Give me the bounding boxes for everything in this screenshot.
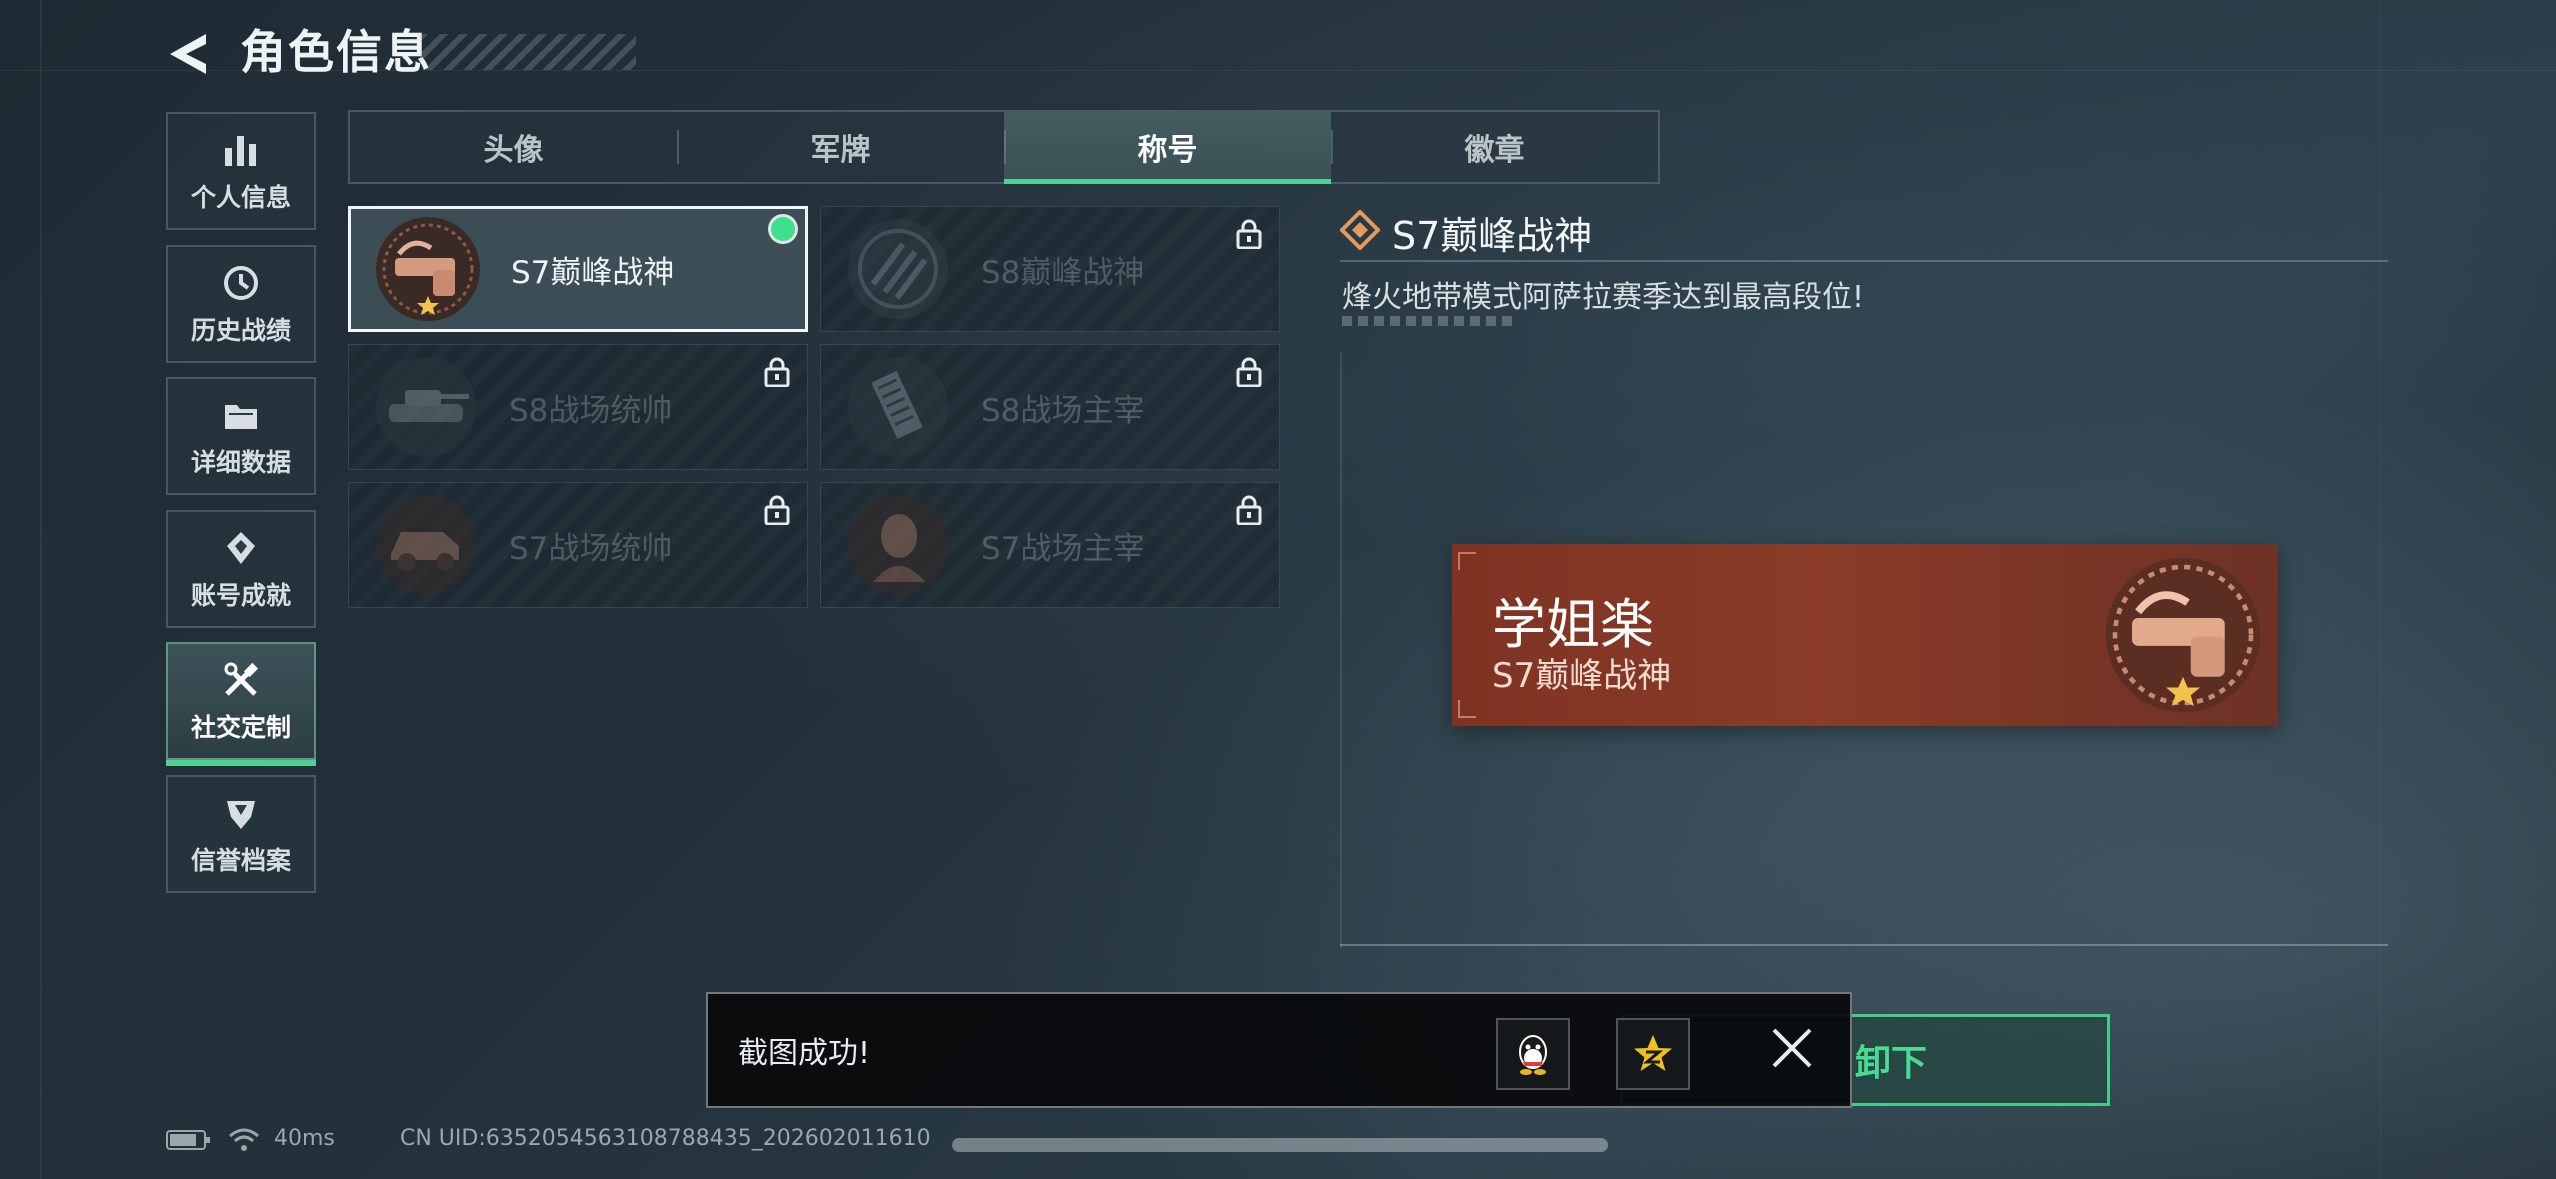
title-card-s8-dominator[interactable]: S8战场主宰	[820, 344, 1280, 470]
title-card-name: S8战场统帅	[509, 392, 673, 429]
share-qq-button[interactable]	[1496, 1018, 1570, 1090]
emblem-building-icon	[843, 352, 953, 462]
emblem-soldier-icon	[843, 490, 953, 600]
tab-dog-tag[interactable]: 军牌	[677, 112, 1004, 182]
title-card-s7-dominator[interactable]: S7战场主宰	[820, 482, 1280, 608]
tab-title[interactable]: 称号	[1004, 112, 1331, 184]
emblem-crossbow-icon	[2098, 550, 2268, 720]
sidebar-item-detailed-data[interactable]: 详细数据	[166, 377, 316, 495]
ping-value: 40ms	[274, 1126, 335, 1151]
emblem-crossbow-icon	[373, 214, 483, 324]
category-tabs: 头像 军牌 称号 徽章	[348, 110, 1660, 184]
lock-icon	[1235, 357, 1263, 388]
title-card-s8-peak[interactable]: S8巅峰战神	[820, 206, 1280, 332]
sidebar-item-label: 账号成就	[190, 581, 291, 610]
emblem-stripes-icon	[843, 214, 953, 324]
qq-penguin-icon	[1519, 1035, 1547, 1075]
toast-close-button[interactable]	[1766, 1022, 1818, 1074]
sidebar-item-label: 详细数据	[190, 448, 291, 477]
title-preview-banner: 学姐楽 S7巅峰战神	[1452, 544, 2278, 726]
back-arrow-icon	[170, 34, 206, 74]
banner-corner	[1458, 552, 1476, 570]
shield-badge-icon	[219, 791, 263, 835]
lock-icon	[1235, 219, 1263, 250]
sidebar-item-label: 个人信息	[190, 183, 291, 212]
title-card-name: S8巅峰战神	[981, 254, 1145, 291]
battery-icon	[166, 1128, 212, 1158]
sidebar-item-label: 历史战绩	[190, 316, 291, 345]
tab-badge[interactable]: 徽章	[1331, 112, 1658, 182]
detail-title: S7巅峰战神	[1392, 214, 1593, 258]
sidebar-item-social-custom[interactable]: 社交定制	[166, 642, 316, 766]
banner-corner	[1458, 700, 1476, 718]
page-title: 角色信息	[240, 25, 432, 79]
screenshot-toast: 截图成功!	[706, 992, 1852, 1108]
detail-subtext-blur	[1342, 316, 1512, 326]
lock-icon	[763, 357, 791, 388]
title-diamond-icon	[1339, 209, 1381, 251]
qzone-star-icon	[1634, 1035, 1672, 1071]
wifi-icon	[228, 1126, 260, 1160]
title-card-s8-commander[interactable]: S8战场统帅	[348, 344, 808, 470]
lock-icon	[1235, 495, 1263, 526]
lock-icon	[763, 495, 791, 526]
bar-chart-icon	[219, 128, 263, 172]
sidebar-item-label: 社交定制	[190, 713, 291, 742]
title-card-name: S7巅峰战神	[511, 254, 675, 291]
sidebar-item-history[interactable]: 历史战绩	[166, 245, 316, 363]
preview-title: S7巅峰战神	[1492, 656, 1672, 696]
history-clock-icon	[219, 261, 263, 305]
preview-divider	[1340, 944, 2388, 946]
folder-icon	[219, 393, 263, 437]
share-qzone-button[interactable]	[1616, 1018, 1690, 1090]
emblem-tank-icon	[371, 352, 481, 462]
detail-description: 烽火地带模式阿萨拉赛季达到最高段位!	[1342, 280, 1865, 315]
tools-icon	[219, 658, 263, 702]
sidebar-item-label: 信誉档案	[190, 846, 291, 875]
title-card-name: S7战场统帅	[509, 530, 673, 567]
title-card-name: S7战场主宰	[981, 530, 1145, 567]
title-decor-stripe	[420, 34, 636, 70]
equipped-indicator-icon	[771, 217, 795, 241]
sidebar-item-achievements[interactable]: 账号成就	[166, 510, 316, 628]
uid-text: CN UID:6352054563108788435_202602011610	[400, 1126, 931, 1151]
title-card-name: S8战场主宰	[981, 392, 1145, 429]
tab-avatar[interactable]: 头像	[350, 112, 677, 182]
close-icon	[1772, 1028, 1812, 1068]
title-card-s7-peak[interactable]: S7巅峰战神	[348, 206, 808, 332]
sidebar-item-personal-info[interactable]: 个人信息	[166, 112, 316, 230]
emblem-vehicle-icon	[371, 490, 481, 600]
achievement-icon	[219, 526, 263, 570]
detail-divider	[1340, 260, 2388, 262]
sidebar-item-credit-record[interactable]: 信誉档案	[166, 775, 316, 893]
home-indicator-bar[interactable]	[952, 1138, 1608, 1152]
back-button[interactable]	[160, 28, 216, 80]
toast-message: 截图成功!	[738, 1036, 871, 1071]
decor-line	[40, 0, 42, 1179]
title-card-s7-commander[interactable]: S7战场统帅	[348, 482, 808, 608]
